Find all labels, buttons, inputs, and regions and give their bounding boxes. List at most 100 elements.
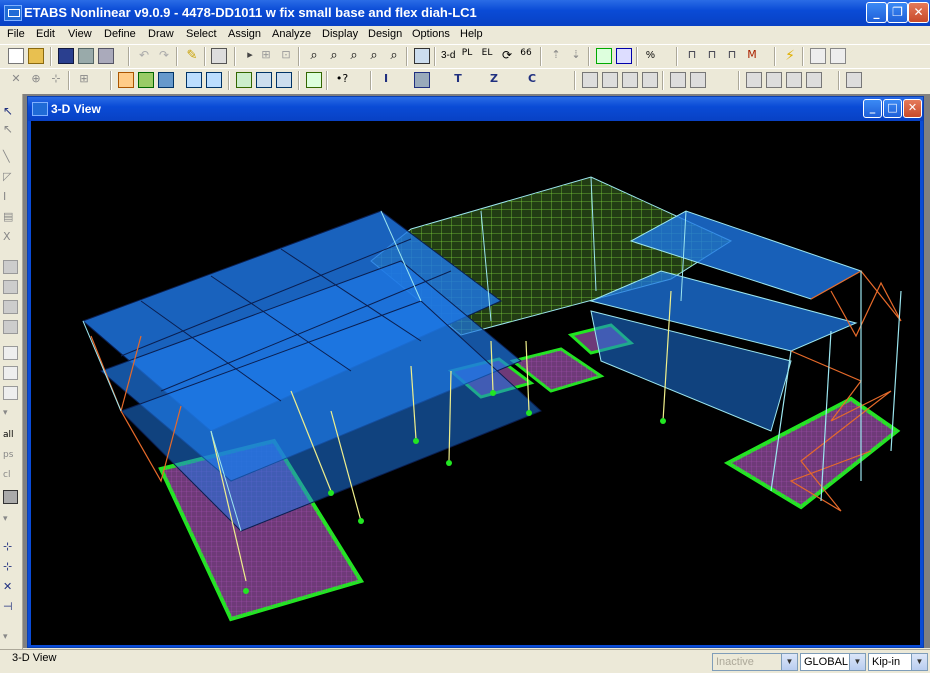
menu-analyze[interactable]: Analyze [272,28,311,40]
view-close-button[interactable]: ✕ [903,99,922,118]
null-line-icon[interactable] [786,72,802,88]
snap-midpoint-icon[interactable]: ⊕ [28,72,44,88]
chevron-down-icon[interactable]: ▼ [849,654,865,670]
percent-button[interactable]: % [646,50,655,61]
print-setup-icon[interactable] [98,48,114,64]
reshape-icon[interactable] [622,72,638,88]
menu-help[interactable]: Help [460,28,483,40]
spandrel-label-icon[interactable] [690,72,706,88]
area-icon[interactable] [256,72,272,88]
chevron-down-icon[interactable]: ▾ [3,514,18,528]
rotate-3d-icon[interactable]: ⟳ [499,48,515,64]
view-3d-button[interactable]: 3-d [441,50,455,61]
zoom-in-icon[interactable]: ⌕ [326,48,342,64]
draw-area-icon[interactable] [3,260,18,274]
zoom-out-icon[interactable]: ⌕ [346,48,362,64]
snap-intersection-icon[interactable]: ⊹ [48,72,64,88]
draw-line-icon[interactable]: ╲ [3,150,18,164]
pencil-icon[interactable]: ✎ [184,48,200,64]
select-previous-icon[interactable]: ps [3,450,18,464]
brace-icon[interactable]: M [744,48,760,64]
menu-assign[interactable]: Assign [228,28,261,40]
units-select[interactable]: Kip-in ▼ [868,653,928,671]
close-button[interactable]: ✕ [908,2,929,23]
loads-icon[interactable] [138,72,154,88]
grid-icon[interactable] [602,72,618,88]
new-file-icon[interactable] [8,48,24,64]
brace-tool-icon[interactable] [806,72,822,88]
select-all-icon[interactable]: all [3,430,18,444]
wall-icon[interactable]: ⊓ [724,48,740,64]
column-icon[interactable] [766,72,782,88]
run-icon[interactable]: ⊞ [258,48,274,64]
draw-wall-icon[interactable]: ▤ [3,210,18,224]
chevron-down-icon[interactable]: ▼ [911,654,927,670]
menu-edit[interactable]: Edit [36,28,55,40]
clear-selection-icon[interactable]: cl [3,470,18,484]
shell-section-icon[interactable] [414,72,430,88]
divide-icon[interactable] [642,72,658,88]
snap-ends-icon[interactable]: ⊹ [3,560,18,574]
set-display-options-icon[interactable] [616,48,632,64]
view-maximize-button[interactable]: □ [883,99,902,118]
redo-icon[interactable]: ↷ [156,48,172,64]
run-lightning-icon[interactable]: ⚡ [782,48,798,64]
tee-section-icon[interactable]: T [450,72,466,88]
view-window-icon[interactable] [32,102,48,116]
run-analysis-icon[interactable]: ▸ [242,48,258,64]
wall-section-icon[interactable] [158,72,174,88]
menu-view[interactable]: View [68,28,92,40]
move-up-icon[interactable]: ⇡ [548,48,564,64]
opening-icon[interactable] [276,72,292,88]
design-concrete-icon[interactable] [830,48,846,64]
menu-file[interactable]: File [7,28,25,40]
plan-view-icon[interactable]: PL [459,48,475,64]
menu-design[interactable]: Design [368,28,402,40]
group-icon[interactable] [582,72,598,88]
lock-icon[interactable] [211,48,227,64]
draw-rect-area-icon[interactable] [3,280,18,294]
menu-draw[interactable]: Draw [148,28,174,40]
zoom-restore-icon[interactable]: ⌕ [366,48,382,64]
restore-button[interactable]: ❐ [887,2,908,23]
draw-link-icon[interactable] [3,386,18,400]
restraint-icon[interactable] [118,72,134,88]
menu-define[interactable]: Define [104,28,136,40]
snap-perpendicular-icon[interactable]: ⊣ [3,600,18,614]
zoom-full-icon[interactable]: ⌕ [386,48,402,64]
minimize-button[interactable]: _ [866,2,887,23]
snap-line-icon[interactable]: ⊞ [76,72,92,88]
pier-icon[interactable] [206,72,222,88]
beam-icon[interactable] [746,72,762,88]
coordinate-system-select[interactable]: GLOBAL ▼ [800,653,866,671]
move-down-icon[interactable]: ⇣ [568,48,584,64]
view-minimize-button[interactable]: _ [863,99,882,118]
table-icon[interactable] [846,72,862,88]
draw-dim-icon[interactable] [3,346,18,360]
draw-column-icon[interactable]: I [3,190,18,204]
intersecting-line-icon[interactable] [3,490,18,504]
menu-display[interactable]: Display [322,28,358,40]
diaphragm-icon[interactable] [186,72,202,88]
menu-options[interactable]: Options [412,28,450,40]
snap-intersections-icon[interactable]: ✕ [3,580,18,594]
point-loads-icon[interactable] [306,72,322,88]
elevation-view-icon[interactable]: EL [479,48,495,64]
object-shrink-icon[interactable] [596,48,612,64]
draw-frame-icon[interactable]: ◸ [3,170,18,184]
shell-icon[interactable]: ⊓ [704,48,720,64]
refresh-view-icon[interactable] [414,48,430,64]
snap-points-icon[interactable]: ⊹ [3,540,18,554]
reshape-pointer-icon[interactable]: ↖ [3,122,18,136]
snap-icon[interactable]: ✕ [8,72,24,88]
link-icon[interactable] [236,72,252,88]
select-dot-icon[interactable]: •? [334,72,350,88]
menu-select[interactable]: Select [186,28,217,40]
draw-quick-area-icon[interactable] [3,300,18,314]
3d-viewport[interactable] [31,121,920,645]
channel-section-icon[interactable]: C [524,72,540,88]
zoom-window-icon[interactable]: ⌕ [306,48,322,64]
chevron-down-icon[interactable]: ▾ [3,408,18,422]
etabs-app-icon[interactable] [4,5,22,21]
save-icon[interactable] [58,48,74,64]
